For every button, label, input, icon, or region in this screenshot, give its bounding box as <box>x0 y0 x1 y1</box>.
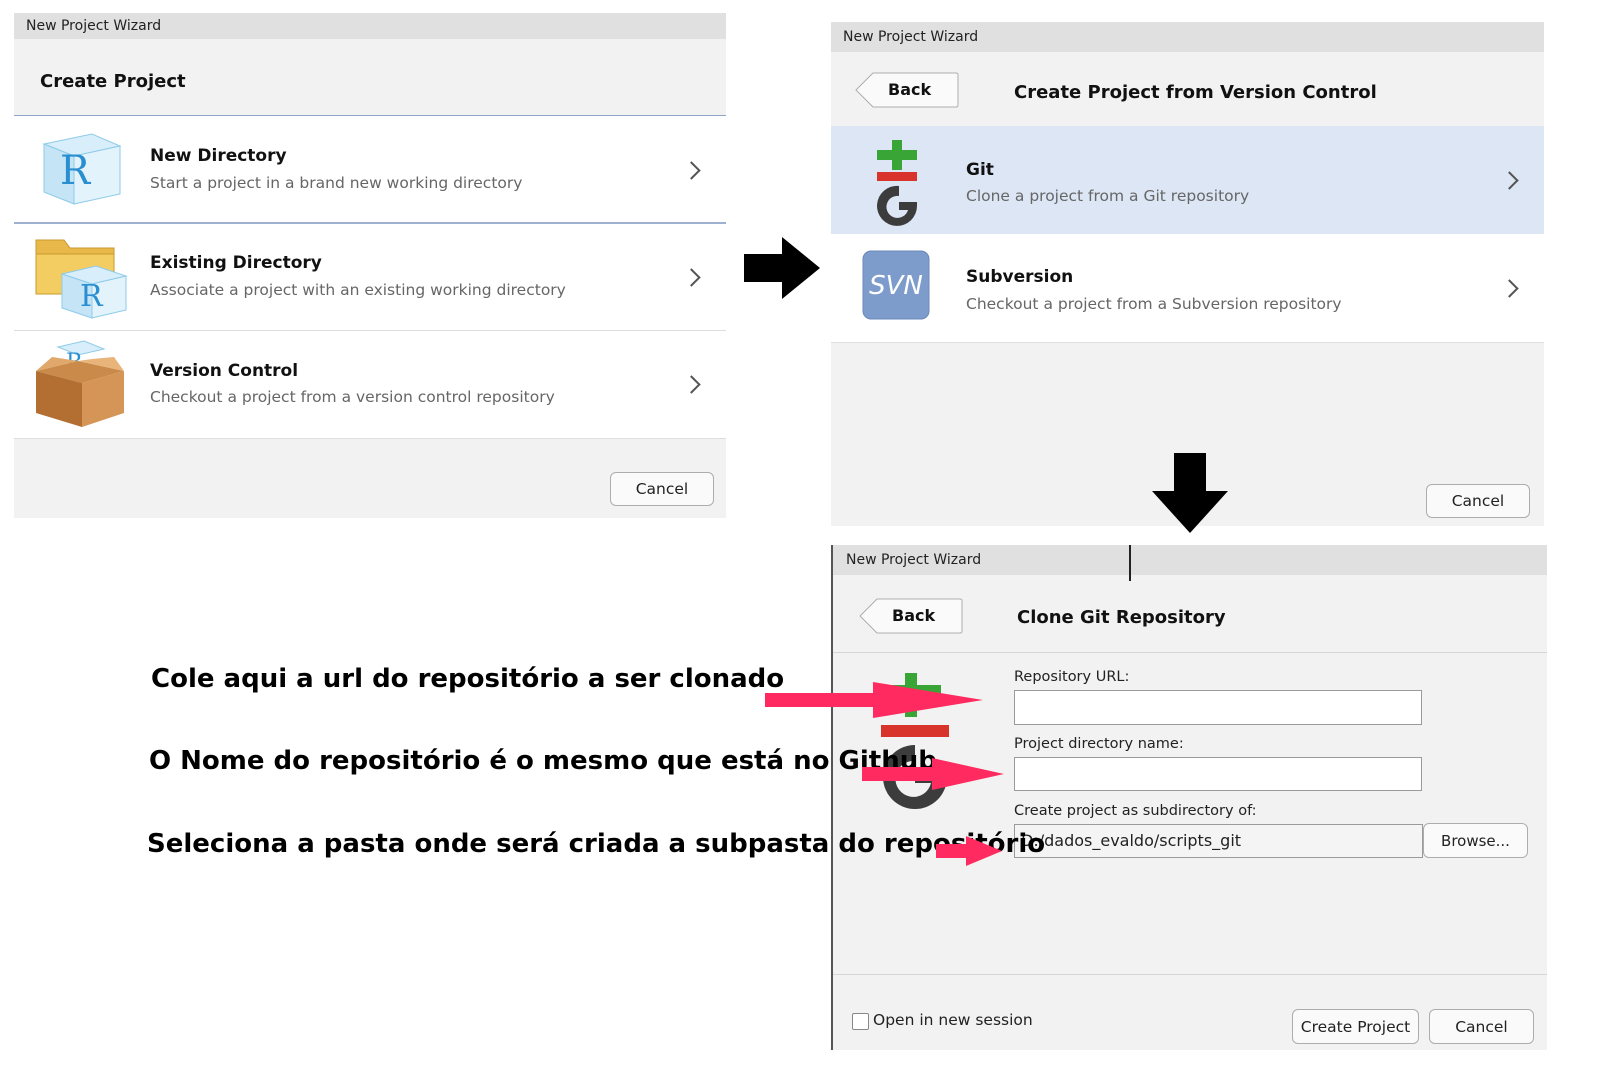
chevron-right-icon <box>682 161 701 180</box>
back-button[interactable]: Back <box>859 598 963 638</box>
list-item-version-control[interactable]: R Version Control Checkout a project fro… <box>14 331 726 439</box>
list-item-new-directory[interactable]: R New Directory Start a project in a bra… <box>14 116 726 224</box>
back-label: Back <box>892 606 936 625</box>
subdirectory-label: Create project as subdirectory of: <box>1014 803 1257 819</box>
arrow-down-icon <box>1152 453 1228 533</box>
repo-url-label: Repository URL: <box>1014 669 1130 685</box>
item-subtitle: Start a project in a brand new working d… <box>150 174 523 192</box>
list-item-git[interactable]: Git Clone a project from a Git repositor… <box>831 126 1544 235</box>
clone-git-dialog: New Project Wizard Back Clone Git Reposi… <box>831 545 1547 1050</box>
header-divider <box>833 652 1547 653</box>
list-item-existing-directory[interactable]: R Existing Directory Associate a project… <box>14 224 726 331</box>
repo-url-input[interactable] <box>1014 690 1422 725</box>
annotation-subdirectory: Seleciona a pasta onde será criada a sub… <box>147 829 1046 859</box>
titlebar-divider <box>1129 545 1131 581</box>
cancel-button[interactable]: Cancel <box>610 472 714 506</box>
svn-icon: SVN <box>862 250 930 324</box>
svn-icon-text: SVN <box>869 271 923 301</box>
subdirectory-input[interactable]: D:/dados_evaldo/scripts_git <box>1014 824 1423 858</box>
window-titlebar: New Project Wizard <box>14 13 726 39</box>
browse-button[interactable]: Browse... <box>1423 823 1528 858</box>
dialog-header: Create Project from Version Control <box>1014 82 1377 103</box>
svg-text:R: R <box>60 148 92 194</box>
item-subtitle: Associate a project with an existing wor… <box>150 281 566 299</box>
cancel-button[interactable]: Cancel <box>1429 1009 1534 1044</box>
item-title: Version Control <box>150 361 299 381</box>
arrow-right-icon <box>744 237 820 299</box>
project-type-list: R New Directory Start a project in a bra… <box>14 115 726 439</box>
item-title: New Directory <box>150 146 287 166</box>
pink-arrow-icon <box>765 682 983 718</box>
dialog-header: Clone Git Repository <box>1017 607 1226 628</box>
project-directory-name-input[interactable] <box>1014 757 1422 791</box>
box-r-icon: R <box>32 339 128 435</box>
chevron-right-icon <box>682 375 701 394</box>
pink-arrow-icon <box>862 758 1004 790</box>
create-project-dialog: New Project Wizard Create Project R New … <box>14 13 726 518</box>
item-subtitle: Checkout a project from a version contro… <box>150 388 555 406</box>
vcs-list: Git Clone a project from a Git repositor… <box>831 126 1544 343</box>
open-new-session-label[interactable]: Open in new session <box>873 1011 1033 1029</box>
folder-r-icon: R <box>34 232 130 326</box>
chevron-right-icon <box>1500 171 1519 190</box>
window-titlebar: New Project Wizard <box>833 545 1547 575</box>
item-subtitle: Checkout a project from a Subversion rep… <box>966 295 1342 313</box>
annotation-directory-name: O Nome do repositório é o mesmo que está… <box>149 746 937 776</box>
list-item-subversion[interactable]: SVN Subversion Checkout a project from a… <box>831 234 1544 343</box>
project-directory-name-label: Project directory name: <box>1014 736 1184 752</box>
item-title: Existing Directory <box>150 253 322 273</box>
item-title: Subversion <box>966 267 1074 287</box>
create-project-button[interactable]: Create Project <box>1292 1009 1419 1044</box>
r-cube-icon: R <box>34 126 124 214</box>
pink-arrow-icon <box>936 836 1002 866</box>
back-label: Back <box>888 80 932 99</box>
item-title: Git <box>966 160 994 180</box>
chevron-right-icon <box>1500 279 1519 298</box>
cancel-button[interactable]: Cancel <box>1426 484 1530 518</box>
annotation-repo-url: Cole aqui a url do repositório a ser clo… <box>151 664 785 694</box>
window-titlebar: New Project Wizard <box>831 22 1544 52</box>
svg-text:R: R <box>80 279 104 314</box>
footer-divider <box>833 974 1547 975</box>
open-new-session-checkbox[interactable] <box>852 1013 869 1030</box>
git-icon <box>873 136 923 230</box>
back-button[interactable]: Back <box>855 72 959 112</box>
dialog-header: Create Project <box>40 71 186 92</box>
version-control-dialog: New Project Wizard Back Create Project f… <box>831 22 1544 526</box>
item-subtitle: Clone a project from a Git repository <box>966 187 1250 205</box>
chevron-right-icon <box>682 268 701 287</box>
